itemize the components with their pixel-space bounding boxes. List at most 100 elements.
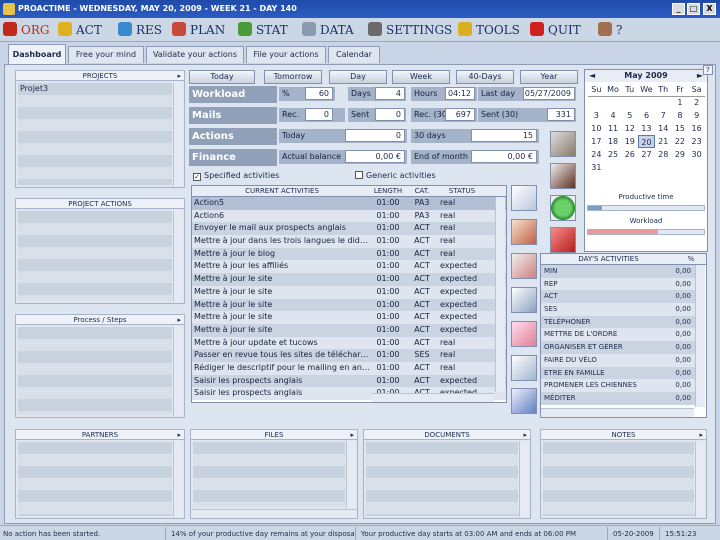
note-icon[interactable] <box>511 287 537 313</box>
calendar-day[interactable]: 3 <box>588 109 605 122</box>
day-activities-hscrollbar[interactable] <box>541 408 694 417</box>
activity-row[interactable]: Envoyer le mail aux prospects anglais 01:… <box>192 222 506 236</box>
calendar-day[interactable]: 15 <box>672 122 689 135</box>
edit-icon[interactable] <box>511 185 537 211</box>
mails-rec-field[interactable]: 0 <box>305 108 333 121</box>
calendar-day[interactable]: 1 <box>672 96 689 109</box>
col-category[interactable]: CAT. <box>406 186 438 196</box>
calendar-day[interactable]: 20 <box>638 135 655 148</box>
workload-hours-field[interactable]: 04:12 <box>445 87 475 100</box>
calendar-day[interactable]: 24 <box>588 148 605 161</box>
notes-scrollbar[interactable] <box>695 441 705 517</box>
files-hscrollbar[interactable] <box>191 509 357 518</box>
week-button[interactable]: Week <box>392 70 450 84</box>
specified-activities-checkbox[interactable]: ✓ Specified activities <box>193 171 279 181</box>
activity-row[interactable]: Mettre à jour dans les trois langues le … <box>192 235 506 248</box>
menu-stat[interactable]: STAT <box>238 21 288 39</box>
day-activity-row[interactable]: MIN 0,00 <box>541 265 695 278</box>
arrow-right-icon[interactable]: ▸ <box>699 430 703 440</box>
help-button[interactable]: ? <box>703 65 713 75</box>
day-activity-row[interactable]: METTRE DE L'ORDRE 0,00 <box>541 328 695 342</box>
maximize-button[interactable]: □ <box>687 3 700 15</box>
mails-sent30-field[interactable]: 331 <box>547 108 575 121</box>
actions-today-field[interactable]: 0 <box>345 129 405 142</box>
activity-row[interactable]: Mettre à jour les affiliés 01:00 ACT expect… <box>192 260 506 274</box>
calendar-day[interactable]: 12 <box>621 122 638 135</box>
activity-row[interactable]: Mettre à jour le site 01:00 ACT expected <box>192 298 506 312</box>
workload-days-field[interactable]: 4 <box>375 87 405 100</box>
activity-row[interactable]: Mettre à jour le blog 01:00 ACT real <box>192 247 506 261</box>
activity-row[interactable]: Mettre à jour le site 01:00 ACT expected <box>192 273 506 286</box>
col-length[interactable]: LENGTH <box>370 186 406 196</box>
col-current-activities[interactable]: CURRENT ACTIVITIES <box>192 186 370 196</box>
calendar-day[interactable]: 21 <box>655 135 672 148</box>
menu-res[interactable]: RES <box>118 21 162 39</box>
day-activity-row[interactable]: ORGANISER ET GÉRER 0,00 <box>541 341 695 354</box>
col-status[interactable]: STATUS <box>438 186 484 196</box>
menu-org[interactable]: ORG <box>3 21 49 39</box>
arrow-right-icon[interactable]: ▸ <box>177 430 181 440</box>
arrow-right-icon[interactable]: ▸ <box>177 71 181 81</box>
calendar-day[interactable]: 19 <box>621 135 638 148</box>
year-button[interactable]: Year <box>520 70 578 84</box>
files-scrollbar[interactable] <box>346 441 356 508</box>
calendar-day[interactable]: 18 <box>605 135 622 148</box>
arrow-right-icon[interactable]: ▸ <box>177 315 181 325</box>
calendar-day[interactable]: 23 <box>688 135 705 148</box>
calendar-day[interactable]: 10 <box>588 122 605 135</box>
tab-dashboard[interactable]: Dashboard <box>8 44 66 64</box>
projects-scrollbar[interactable] <box>173 82 183 186</box>
calendar-day[interactable]: 22 <box>672 135 689 148</box>
calendar-day[interactable]: 30 <box>688 148 705 161</box>
day-activity-row[interactable]: SES 0,00 <box>541 303 695 316</box>
calendar-day[interactable]: 27 <box>638 148 655 161</box>
menu-tools[interactable]: TOOLS <box>458 21 520 39</box>
calendar-page-icon[interactable] <box>511 219 537 245</box>
actual-balance-field[interactable]: 0,00 € <box>345 150 405 163</box>
minimize-button[interactable]: _ <box>672 3 685 15</box>
calendar-day[interactable]: 31 <box>588 161 605 174</box>
calendar-day[interactable]: 8 <box>672 109 689 122</box>
activity-row[interactable]: Mettre à jour le site 01:00 ACT expected <box>192 323 506 337</box>
menu-data[interactable]: DATA <box>302 21 354 39</box>
tab-free-your-mind[interactable]: Free your mind <box>68 46 144 63</box>
calendar-day[interactable]: 29 <box>672 148 689 161</box>
close-button[interactable]: X <box>703 3 716 15</box>
menu-quit[interactable]: QUIT <box>530 21 581 39</box>
day-activities-scrollbar[interactable] <box>695 265 705 407</box>
calendar-day[interactable]: 2 <box>688 96 705 109</box>
end-of-month-field[interactable]: 0,00 € <box>471 150 537 163</box>
calendar-day[interactable]: 14 <box>655 122 672 135</box>
menu-plan[interactable]: PLAN <box>172 21 225 39</box>
day-activity-row[interactable]: TÉLÉPHONER 0,00 <box>541 315 695 329</box>
day-activity-row[interactable]: PROMENER LES CHIENNES 0,00 <box>541 379 695 392</box>
col-percent[interactable]: % <box>676 254 706 264</box>
arrow-right-icon[interactable]: ▸ <box>523 430 527 440</box>
documents-scrollbar[interactable] <box>519 441 529 517</box>
calendar-day[interactable]: 7 <box>655 109 672 122</box>
day-activity-row[interactable]: FAIRE DU VÉLO 0,00 <box>541 353 695 367</box>
tab-calendar[interactable]: Calendar <box>328 46 380 63</box>
project-actions-scrollbar[interactable] <box>173 210 183 302</box>
mails-sent-field[interactable]: 0 <box>375 108 405 121</box>
actions-30days-field[interactable]: 15 <box>471 129 537 142</box>
day-activity-row[interactable]: ACT 0,00 <box>541 290 695 304</box>
calendar-day[interactable]: 26 <box>621 148 638 161</box>
col-day-activities[interactable]: DAY'S ACTIVITIES <box>541 254 676 264</box>
calendar-day[interactable]: 11 <box>605 122 622 135</box>
calendar-day[interactable]: 6 <box>638 109 655 122</box>
prev-month-button[interactable]: ◄ <box>589 70 595 82</box>
project-item[interactable]: Projet3 <box>18 83 172 95</box>
pen-icon[interactable] <box>511 388 537 414</box>
process-scrollbar[interactable] <box>173 326 183 416</box>
activities-hscrollbar[interactable] <box>372 393 494 402</box>
activity-row[interactable]: Mettre à jour le site 01:00 ACT expected <box>192 311 506 324</box>
40-days-button[interactable]: 40-Days <box>456 70 514 84</box>
calendar-day[interactable]: 17 <box>588 135 605 148</box>
person-icon[interactable] <box>550 131 576 157</box>
chart-icon[interactable] <box>511 355 537 381</box>
list-icon[interactable] <box>511 321 537 347</box>
tomorrow-button[interactable]: Tomorrow <box>264 70 322 84</box>
stop-button[interactable] <box>550 227 576 253</box>
activity-row[interactable]: Mettre à jour update et tucows 01:00 ACT re… <box>192 336 506 350</box>
